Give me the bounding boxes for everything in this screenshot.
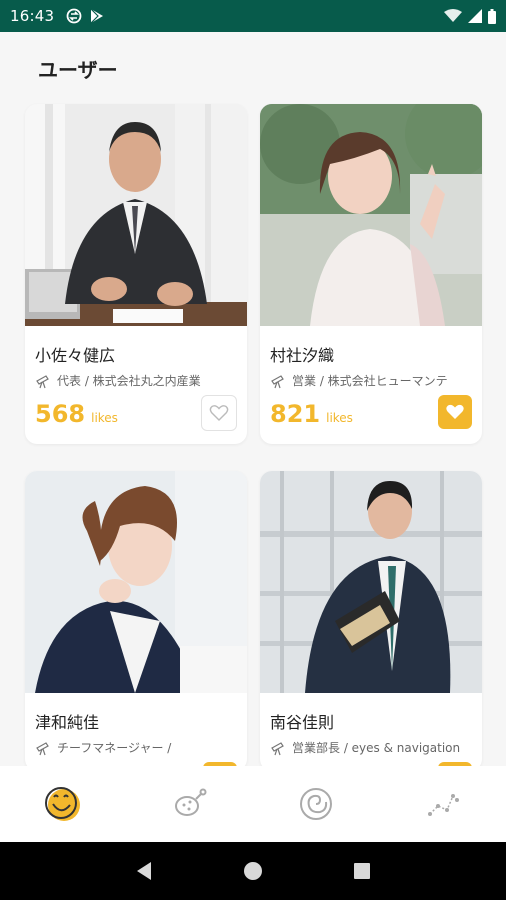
user-photo [25,471,247,693]
wifi-icon [444,9,462,22]
user-role: 営業部長 / eyes & navigation [292,741,461,755]
user-role: 代表 / 株式会社丸之内産業 [57,374,201,388]
user-role-row: 代表 / 株式会社丸之内産業 [35,372,240,389]
status-time: 16:43 [10,7,55,25]
telescope-icon [271,374,284,388]
user-name: 南谷佳則 [270,713,335,732]
user-photo [25,104,247,326]
back-icon[interactable] [135,861,153,881]
nav-users[interactable] [33,774,93,834]
user-photo [260,471,482,693]
recents-icon[interactable] [353,862,371,880]
likes-count: 568 likes [35,400,118,428]
user-card[interactable]: 小佐々健広 代表 / 株式会社丸之内産業 568 likes [25,104,247,444]
telescope-icon [36,741,49,755]
page-title: ユーザー [38,58,118,82]
user-role: 営業 / 株式会社ヒューマンテ [292,374,448,388]
user-name: 小佐々健広 [35,346,116,365]
user-role: チーフマネージャー / [57,741,172,755]
meat-icon [174,788,207,816]
user-card[interactable]: 村社汐織 営業 / 株式会社ヒューマンテ 821 likes [260,104,482,444]
nav-stars[interactable] [413,774,473,834]
telescope-icon [36,374,49,388]
play-store-icon [90,8,104,24]
telescope-icon [271,741,284,755]
battery-icon [488,8,496,24]
likes-label: likes [91,411,118,425]
nav-spiral[interactable] [286,774,346,834]
like-button[interactable] [438,395,472,429]
constellation-icon [427,794,459,816]
sync-icon [66,8,82,24]
likes-count: 821 likes [270,400,353,428]
nav-food[interactable] [160,774,220,834]
system-nav-bar [0,842,506,900]
smile-face-icon [45,787,81,821]
spiral-icon [300,788,333,820]
heart-filled-icon [446,404,464,419]
likes-label: likes [326,411,353,425]
likes-number: 821 [270,400,321,428]
like-button[interactable] [201,395,237,431]
user-name: 津和純佳 [35,713,100,732]
likes-number: 568 [35,400,86,428]
bottom-nav [0,766,506,842]
user-photo [260,104,482,326]
user-role-row: 営業 / 株式会社ヒューマンテ [270,372,475,389]
heart-outline-icon [209,405,229,421]
user-role-row: 営業部長 / eyes & navigation [270,739,475,756]
user-name: 村社汐織 [270,346,335,365]
user-role-row: チーフマネージャー / [35,739,240,756]
home-icon[interactable] [243,861,263,881]
status-bar: 16:43 [0,0,506,32]
user-card[interactable]: 南谷佳則 営業部長 / eyes & navigation [260,471,482,771]
signal-icon [468,9,482,23]
user-card[interactable]: 津和純佳 チーフマネージャー / [25,471,247,771]
